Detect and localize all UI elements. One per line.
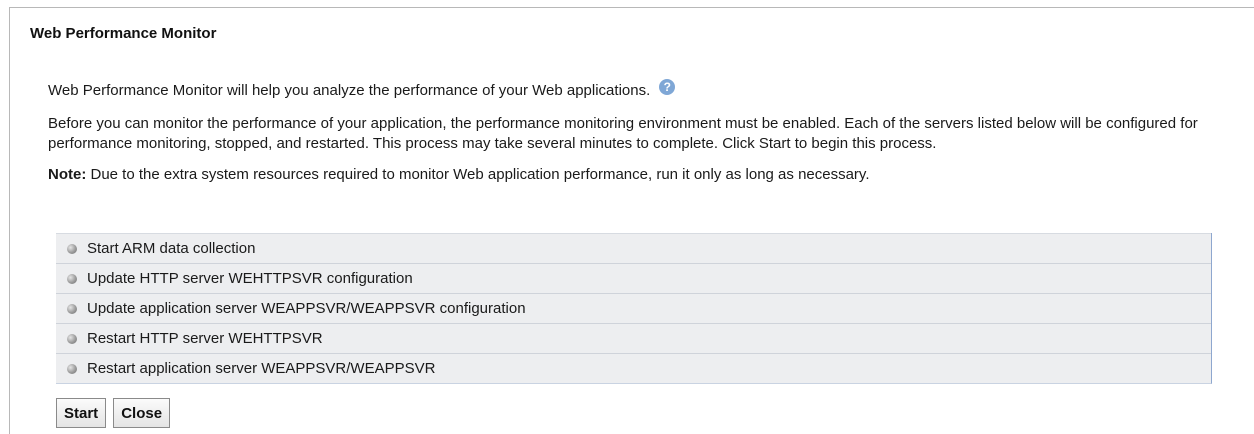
start-button[interactable]: Start [56, 398, 107, 428]
step-label: Update HTTP server WEHTTPSVR configurati… [87, 270, 413, 287]
panel-content: Web Performance Monitor will help you an… [48, 79, 1218, 185]
step-label: Restart application server WEAPPSVR/WEAP… [87, 360, 436, 377]
panel-title: Web Performance Monitor [30, 25, 217, 42]
note-text: Note: Due to the extra system resources … [48, 165, 1218, 185]
status-bullet-icon [67, 363, 77, 374]
web-performance-monitor-panel: Web Performance Monitor Web Performance … [9, 7, 1254, 434]
button-bar: Start Close [56, 398, 171, 428]
list-item: Update application server WEAPPSVR/WEAPP… [56, 293, 1211, 323]
description-text: Before you can monitor the performance o… [48, 115, 1198, 152]
step-label: Start ARM data collection [87, 240, 256, 257]
list-item: Restart application server WEAPPSVR/WEAP… [56, 353, 1211, 383]
status-bullet-icon [67, 243, 77, 254]
intro-text: Web Performance Monitor will help you an… [48, 82, 651, 99]
close-button[interactable]: Close [113, 398, 171, 428]
steps-list: Start ARM data collection Update HTTP se… [56, 233, 1212, 384]
list-item: Update HTTP server WEHTTPSVR configurati… [56, 263, 1211, 293]
intro-line: Web Performance Monitor will help you an… [48, 79, 1218, 101]
status-bullet-icon [67, 303, 77, 314]
note-label: Note: [48, 166, 87, 183]
step-label: Restart HTTP server WEHTTPSVR [87, 330, 323, 347]
help-question-icon[interactable]: ? [659, 79, 676, 95]
list-item: Restart HTTP server WEHTTPSVR [56, 323, 1211, 353]
status-bullet-icon [67, 333, 77, 344]
list-item: Start ARM data collection [56, 233, 1211, 263]
note-body: Due to the extra system resources requir… [86, 166, 870, 183]
status-bullet-icon [67, 273, 77, 284]
step-label: Update application server WEAPPSVR/WEAPP… [87, 300, 526, 317]
